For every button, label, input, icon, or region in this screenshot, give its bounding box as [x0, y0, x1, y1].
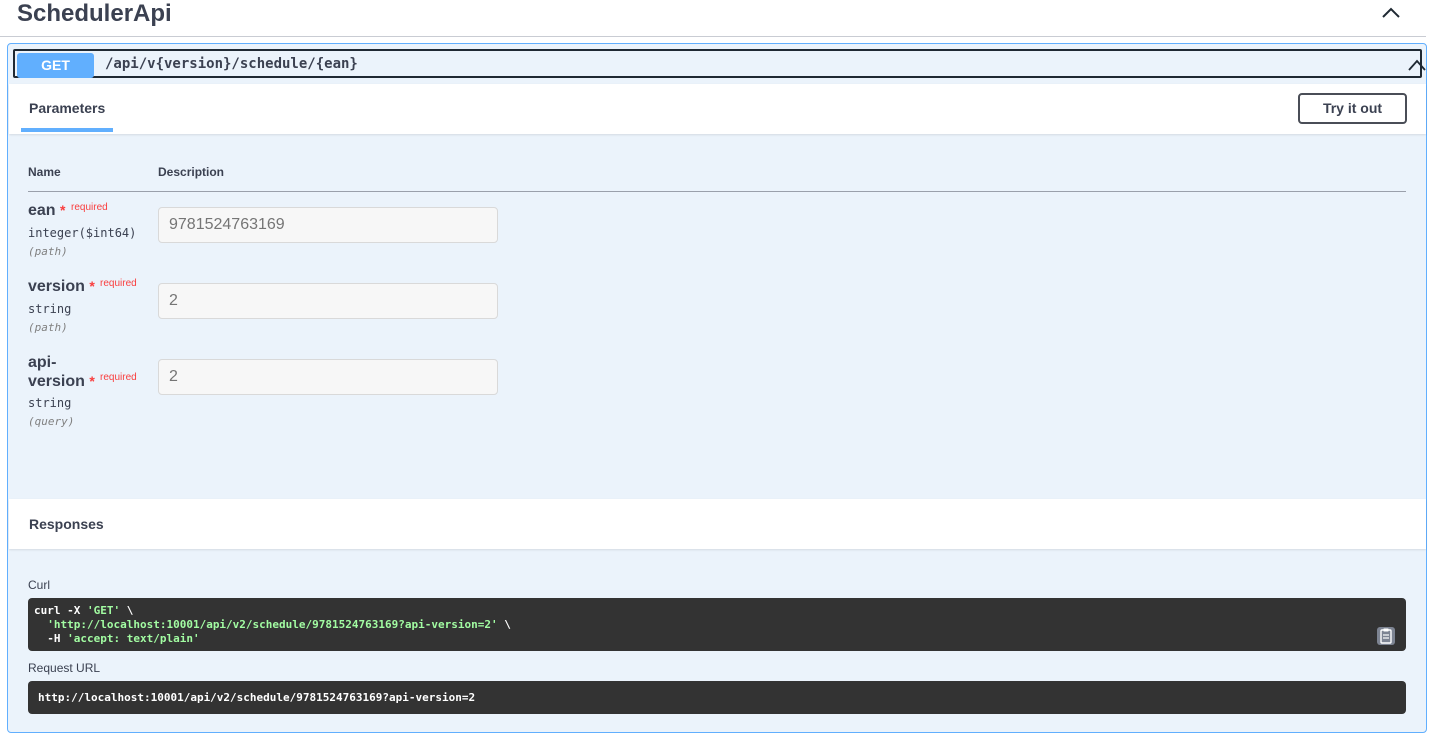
- required-label: required: [100, 372, 137, 383]
- curl-line-3: -H 'accept: text/plain': [34, 632, 200, 645]
- required-star: *: [60, 202, 66, 218]
- param-name-api-version: api- version *: [28, 354, 95, 391]
- request-url-block[interactable]: http://localhost:10001/api/v2/schedule/9…: [28, 681, 1406, 714]
- responses-title: Responses: [29, 516, 104, 532]
- curl-indent: [34, 618, 47, 631]
- operation-block: GET /api/v{version}/schedule/{ean} Param…: [7, 43, 1427, 733]
- api-version-input[interactable]: [158, 359, 498, 395]
- operation-summary[interactable]: GET /api/v{version}/schedule/{ean}: [13, 49, 1426, 78]
- tab-active-indicator: [21, 128, 113, 132]
- ean-input[interactable]: [158, 207, 498, 243]
- curl-line-1: curl -X 'GET' \: [34, 604, 133, 617]
- column-header-name: Name: [28, 165, 61, 179]
- tag-title: SchedulerApi: [17, 0, 172, 27]
- param-type: string: [28, 396, 72, 410]
- chevron-up-icon[interactable]: [1408, 59, 1426, 71]
- param-location: (path): [28, 321, 68, 334]
- param-type: string: [28, 302, 72, 316]
- responses-header: Responses: [9, 499, 1426, 549]
- request-url-label: Request URL: [28, 661, 101, 675]
- request-url: http://localhost:10001/api/v2/schedule/9…: [38, 691, 476, 704]
- method-badge: GET: [17, 53, 94, 78]
- param-name-ean: ean *: [28, 202, 65, 220]
- param-type: integer($int64): [28, 226, 137, 240]
- required-star: *: [89, 278, 95, 294]
- try-it-out-button[interactable]: Try it out: [1298, 93, 1407, 124]
- required-label: required: [100, 278, 137, 289]
- version-input[interactable]: [158, 283, 498, 319]
- curl-command: curl -X: [34, 604, 87, 617]
- param-name-line2: version: [28, 373, 85, 390]
- param-name-text: ean: [28, 202, 56, 219]
- curl-code-block[interactable]: curl -X 'GET' \ 'http://localhost:10001/…: [28, 598, 1406, 651]
- required-star: *: [89, 373, 95, 389]
- curl-line-2: 'http://localhost:10001/api/v2/schedule/…: [34, 618, 511, 631]
- curl-string: 'GET': [86, 604, 121, 617]
- table-divider: [28, 191, 1406, 192]
- curl-label: Curl: [28, 578, 51, 592]
- required-label: required: [71, 202, 108, 213]
- param-location: (query): [28, 415, 75, 428]
- curl-continuation: \: [120, 604, 134, 617]
- parameters-header: Parameters Try it out: [9, 84, 1426, 134]
- chevron-up-icon[interactable]: [1379, 4, 1403, 20]
- clipboard-copy-icon[interactable]: [1376, 626, 1396, 646]
- tag-header[interactable]: SchedulerApi: [0, 0, 1426, 37]
- param-name-line1: api-: [28, 354, 57, 371]
- column-header-description: Description: [158, 165, 225, 179]
- param-name-version: version *: [28, 278, 95, 296]
- curl-command: -H: [34, 632, 68, 645]
- param-name-text: version: [28, 278, 85, 295]
- curl-string: 'accept: text/plain': [67, 632, 200, 645]
- tab-parameters[interactable]: Parameters: [29, 100, 105, 116]
- operation-path: /api/v{version}/schedule/{ean}: [105, 56, 358, 72]
- curl-continuation: \: [497, 618, 511, 631]
- param-location: (path): [28, 245, 68, 258]
- curl-string: 'http://localhost:10001/api/v2/schedule/…: [47, 618, 498, 631]
